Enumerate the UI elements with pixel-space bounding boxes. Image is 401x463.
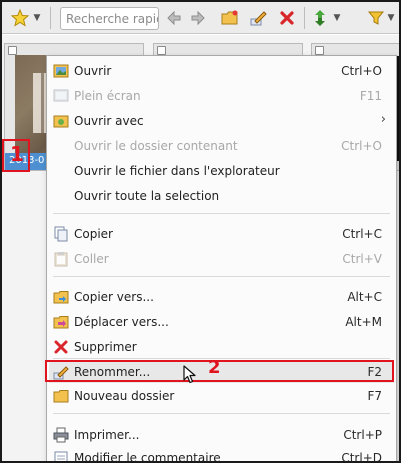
- select-checkbox[interactable]: [8, 46, 17, 55]
- menu-item-label: Ouvrir toute la selection: [74, 189, 220, 203]
- annotation-number: 2: [208, 357, 221, 378]
- toolbar-divider: [304, 7, 305, 29]
- menu-item-shortcut: Ctrl+O: [341, 139, 382, 153]
- menu-item-shortcut: Alt+C: [347, 290, 382, 304]
- menu-item-copy-to[interactable]: Copier vers... Alt+C: [49, 286, 394, 308]
- menu-item-label: Plein écran: [74, 89, 141, 103]
- forward-arrow-icon[interactable]: [188, 8, 208, 28]
- menu-item-edit-comment[interactable]: Modifier le commentaire Ctrl+D: [49, 447, 394, 463]
- toolbar: ▼ Recherche rapide ▼ ▼: [2, 2, 399, 34]
- menu-item-label: Modifier le commentaire: [74, 451, 221, 463]
- menu-item-copy[interactable]: Copier Ctrl+C: [49, 223, 394, 245]
- menu-item-open-folder[interactable]: Ouvrir le dossier contenant Ctrl+O: [49, 135, 394, 157]
- menu-item-open-in-explorer[interactable]: Ouvrir le fichier dans l'explorateur: [49, 160, 394, 182]
- menu-item-shortcut: Ctrl+C: [342, 227, 382, 241]
- comment-icon: [53, 450, 69, 463]
- menu-item-shortcut: F7: [367, 389, 382, 403]
- menu-item-label: Ouvrir: [74, 64, 112, 78]
- annotation-marker-1: 1: [2, 139, 30, 172]
- star-icon[interactable]: [10, 8, 30, 28]
- menu-item-shortcut: F11: [359, 89, 382, 103]
- paste-icon: [53, 251, 69, 267]
- menu-item-print[interactable]: Imprimer... Ctrl+P: [49, 424, 394, 446]
- menu-divider: [53, 213, 390, 214]
- menu-item-label: Imprimer...: [74, 428, 140, 442]
- menu-item-label: Copier: [74, 227, 113, 241]
- move-to-icon: [53, 314, 69, 330]
- menu-item-label: Ouvrir le dossier contenant: [74, 139, 238, 153]
- menu-item-new-folder[interactable]: Nouveau dossier F7: [49, 385, 394, 407]
- chevron-down-icon[interactable]: ▼: [32, 8, 42, 28]
- menu-item-shortcut: Ctrl+O: [341, 64, 382, 78]
- menu-item-label: Coller: [74, 252, 109, 266]
- toolbar-divider: [50, 7, 51, 29]
- menu-item-open-selection[interactable]: Ouvrir toute la selection: [49, 185, 394, 207]
- menu-item-open-with[interactable]: Ouvrir avec ›: [49, 110, 394, 132]
- copy-to-icon: [53, 289, 69, 305]
- new-folder-icon[interactable]: [220, 8, 240, 28]
- select-checkbox[interactable]: [157, 46, 166, 55]
- menu-item-shortcut: Ctrl+V: [342, 252, 382, 266]
- menu-item-label: Supprimer: [74, 340, 137, 354]
- menu-item-move-to[interactable]: Déplacer vers... Alt+M: [49, 311, 394, 333]
- submenu-arrow-icon: ›: [380, 112, 386, 127]
- new-folder-icon: [53, 388, 69, 404]
- mouse-pointer-icon: [183, 365, 196, 387]
- filter-icon[interactable]: [366, 8, 386, 28]
- menu-item-open[interactable]: Ouvrir Ctrl+O: [49, 60, 394, 82]
- open-with-icon: [53, 113, 69, 129]
- menu-item-label: Copier vers...: [74, 290, 154, 304]
- select-checkbox[interactable]: [315, 46, 324, 55]
- print-icon: [53, 427, 69, 443]
- menu-item-shortcut: Alt+M: [345, 315, 382, 329]
- menu-item-label: Ouvrir le fichier dans l'explorateur: [74, 164, 280, 178]
- search-input[interactable]: Recherche rapide: [60, 7, 159, 30]
- menu-divider: [53, 358, 390, 359]
- menu-item-delete[interactable]: Supprimer: [49, 336, 394, 358]
- delete-icon: [53, 339, 69, 355]
- rename-icon[interactable]: [248, 8, 268, 28]
- chevron-down-icon[interactable]: ▼: [332, 8, 342, 28]
- menu-item-fullscreen[interactable]: Plein écran F11: [49, 85, 394, 107]
- menu-item-shortcut: Ctrl+D: [341, 451, 382, 463]
- context-menu: Ouvrir Ctrl+O Plein écran F11 Ouvrir ave…: [46, 55, 397, 463]
- menu-item-paste[interactable]: Coller Ctrl+V: [49, 248, 394, 270]
- menu-item-label: Déplacer vers...: [74, 315, 169, 329]
- menu-divider: [53, 276, 390, 277]
- chevron-down-icon[interactable]: ▼: [386, 8, 396, 28]
- menu-item-label: Nouveau dossier: [74, 389, 175, 403]
- copy-icon: [53, 226, 69, 242]
- fullscreen-icon: [53, 88, 69, 104]
- menu-item-shortcut: Ctrl+P: [343, 428, 382, 442]
- open-image-icon: [53, 63, 69, 79]
- back-arrow-icon[interactable]: [164, 8, 184, 28]
- menu-divider: [53, 413, 390, 414]
- annotation-number: 1: [10, 142, 24, 166]
- delete-icon[interactable]: [277, 8, 297, 28]
- menu-item-label: Ouvrir avec: [74, 114, 144, 128]
- sync-icon[interactable]: [310, 8, 330, 28]
